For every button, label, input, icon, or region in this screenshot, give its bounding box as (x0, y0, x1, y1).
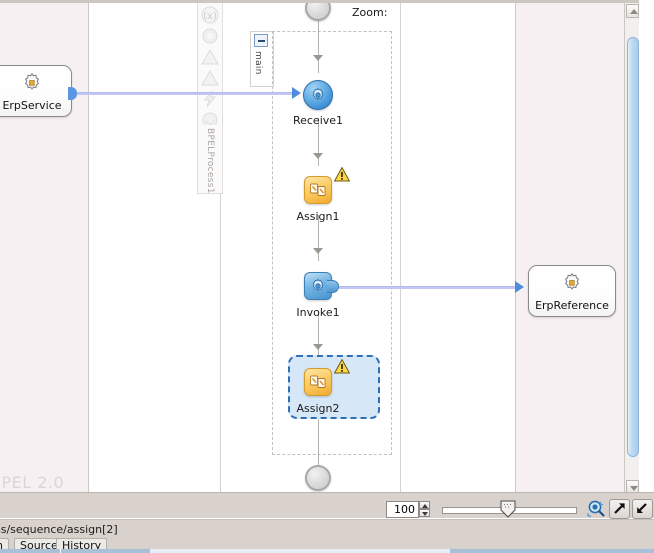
activity-assign1[interactable]: Assign1 (297, 166, 351, 223)
zoom-slider-thumb[interactable] (500, 500, 516, 518)
gear-icon (310, 278, 326, 297)
correlation-sets-icon[interactable] (201, 27, 219, 45)
lane-divider-right (400, 3, 401, 492)
message-link-arrow (515, 281, 524, 293)
scroll-down-button[interactable] (626, 480, 639, 492)
activity-label: Assign1 (296, 210, 340, 223)
copy-pages-icon (309, 373, 327, 394)
flow-arrow-assign2 (313, 344, 323, 350)
fault-handlers-icon[interactable] (201, 48, 219, 66)
activity-invoke1[interactable]: Invoke1 (296, 272, 340, 319)
bpel-version-watermark: BPEL 2.0 (0, 473, 65, 492)
partner-link-lane-right (515, 3, 639, 492)
message-link-invoke-reference[interactable] (339, 286, 517, 289)
strip-highlight (150, 549, 450, 553)
flow-line-assign2-end (318, 419, 319, 465)
svg-text:(x): (x) (203, 11, 217, 22)
process-name-label: BPELProcess1 (205, 128, 215, 194)
zoom-label: Zoom: (352, 6, 388, 19)
bpel-designer-window: BPEL 2.0 (x) BPELProcess1 (0, 0, 654, 553)
strip-divider (60, 549, 61, 553)
zoom-stepper[interactable] (419, 501, 430, 518)
canvas-vertical-scrollbar[interactable] (624, 3, 639, 492)
flow-arrow-assign1 (313, 153, 323, 159)
collapse-diagram-button[interactable] (632, 499, 653, 519)
diagram-canvas[interactable]: BPEL 2.0 (x) BPELProcess1 (0, 0, 639, 492)
activity-label: Assign2 (296, 402, 340, 415)
process-start-node[interactable] (305, 3, 331, 21)
message-link-service-receive[interactable] (72, 92, 297, 95)
process-end-node[interactable] (305, 465, 331, 491)
zoom-stepper-down[interactable] (419, 509, 430, 517)
flow-arrow-invoke (313, 248, 323, 254)
warning-icon[interactable] (333, 358, 351, 374)
spin-down-icon (422, 512, 428, 516)
partner-link-erp-reference[interactable]: ErpReference (528, 265, 616, 317)
activity-label: Receive1 (292, 114, 344, 127)
flow-line-start-receive (318, 17, 319, 73)
partner-link-erp-service[interactable]: ErpService (0, 65, 72, 117)
gear-icon (21, 72, 43, 97)
compensation-handler-icon[interactable] (201, 69, 219, 87)
zoom-reset-button[interactable] (586, 499, 607, 519)
expand-diagram-button[interactable] (609, 499, 630, 519)
partner-link-label: ErpReference (535, 299, 609, 312)
variables-icon[interactable]: (x) (201, 6, 219, 24)
process-name-box[interactable]: BPELProcess1 (197, 125, 223, 194)
zoom-input[interactable]: 100 (386, 501, 419, 518)
scroll-up-button[interactable] (626, 4, 639, 18)
gear-icon (561, 272, 583, 297)
scroll-down-icon (630, 486, 638, 491)
spin-up-icon (422, 504, 428, 508)
activity-assign2[interactable]: Assign2 (297, 358, 351, 415)
partner-link-label: ErpService (2, 99, 62, 112)
minus-icon[interactable] (254, 34, 268, 47)
activity-receive1[interactable]: Receive1 (293, 80, 343, 127)
warning-icon[interactable] (333, 166, 351, 182)
scope-main-label: main (253, 51, 263, 75)
gear-icon (310, 87, 326, 106)
bottom-accent-strip (0, 549, 654, 553)
status-path: ss/sequence/assign[2] (0, 523, 118, 536)
copy-pages-icon (309, 181, 327, 202)
scroll-up-icon (630, 9, 638, 14)
scroll-thumb[interactable] (627, 37, 639, 457)
zoom-toolbar (0, 492, 654, 518)
message-link-arrow (292, 87, 301, 99)
activity-label: Invoke1 (296, 306, 340, 319)
flow-arrow-receive (313, 55, 323, 61)
status-bar: ss/sequence/assign[2] (0, 519, 654, 538)
zoom-stepper-up[interactable] (419, 501, 430, 509)
